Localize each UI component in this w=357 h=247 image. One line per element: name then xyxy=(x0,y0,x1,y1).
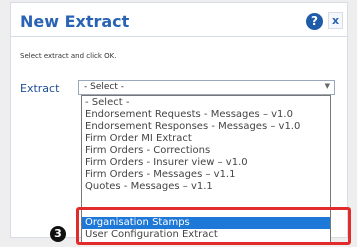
dialog-title: New Extract xyxy=(20,12,130,31)
header-divider xyxy=(10,36,348,37)
step-callout-badge: 3 xyxy=(50,226,66,242)
option-firm-orders-corrections[interactable]: Firm Orders - Corrections xyxy=(82,145,330,157)
option-endorsement-requests[interactable]: Endorsement Requests - Messages – v1.0 xyxy=(82,109,330,121)
selection-highlight-box xyxy=(76,207,351,245)
help-icon[interactable]: ? xyxy=(306,13,323,30)
option-quotes-messages[interactable]: Quotes - Messages – v1.1 xyxy=(82,181,330,193)
extract-select-value: - Select - xyxy=(84,82,124,92)
option-endorsement-responses[interactable]: Endorsement Responses - Messages – v1.0 xyxy=(82,121,330,133)
option-firm-orders-insurer-view[interactable]: Firm Orders - Insurer view – v1.0 xyxy=(82,157,330,169)
option-firm-orders-messages[interactable]: Firm Orders - Messages – v1.1 xyxy=(82,169,330,181)
extract-label: Extract xyxy=(20,82,60,95)
close-icon[interactable]: x xyxy=(328,12,343,29)
option-firm-order-mi-extract[interactable]: Firm Order MI Extract xyxy=(82,133,330,145)
extract-select[interactable]: - Select - ▼ xyxy=(78,80,335,95)
chevron-down-icon: ▼ xyxy=(324,82,330,90)
option-select[interactable]: - Select - xyxy=(82,97,330,109)
instruction-text: Select extract and click OK. xyxy=(20,52,117,60)
